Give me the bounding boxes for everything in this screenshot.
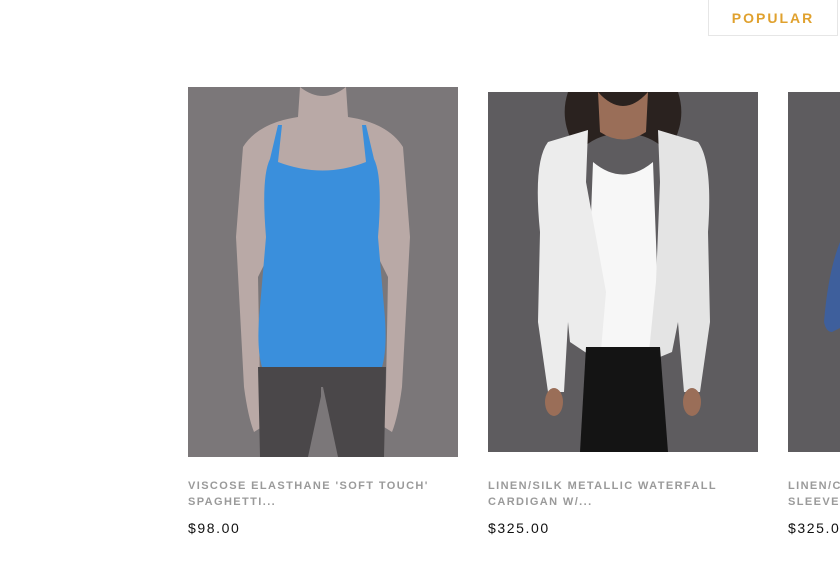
- product-title-line1: LINEN/SILK METALLIC WATERFALL: [488, 480, 718, 492]
- product-image-cardigan[interactable]: [488, 92, 758, 452]
- product-price: $325.0: [788, 520, 840, 536]
- product-image-blue-top[interactable]: [788, 92, 840, 452]
- product-price: $98.00: [188, 520, 241, 536]
- product-card[interactable]: LINEN/C SLEEVE I $325.0: [788, 0, 840, 561]
- product-title-line2: CARDIGAN W/...: [488, 496, 593, 508]
- product-title-line1: LINEN/C: [788, 480, 840, 492]
- product-title-line2: SLEEVE I: [788, 496, 840, 508]
- product-title[interactable]: LINEN/C SLEEVE I: [788, 478, 840, 510]
- product-title-line2: SPAGHETTI...: [188, 496, 277, 508]
- product-title[interactable]: LINEN/SILK METALLIC WATERFALL CARDIGAN W…: [488, 478, 738, 510]
- product-price: $325.00: [488, 520, 550, 536]
- product-title-line1: VISCOSE ELASTHANE 'SOFT TOUCH': [188, 480, 429, 492]
- product-title[interactable]: VISCOSE ELASTHANE 'SOFT TOUCH' SPAGHETTI…: [188, 478, 438, 510]
- product-image-camisole[interactable]: [188, 87, 458, 457]
